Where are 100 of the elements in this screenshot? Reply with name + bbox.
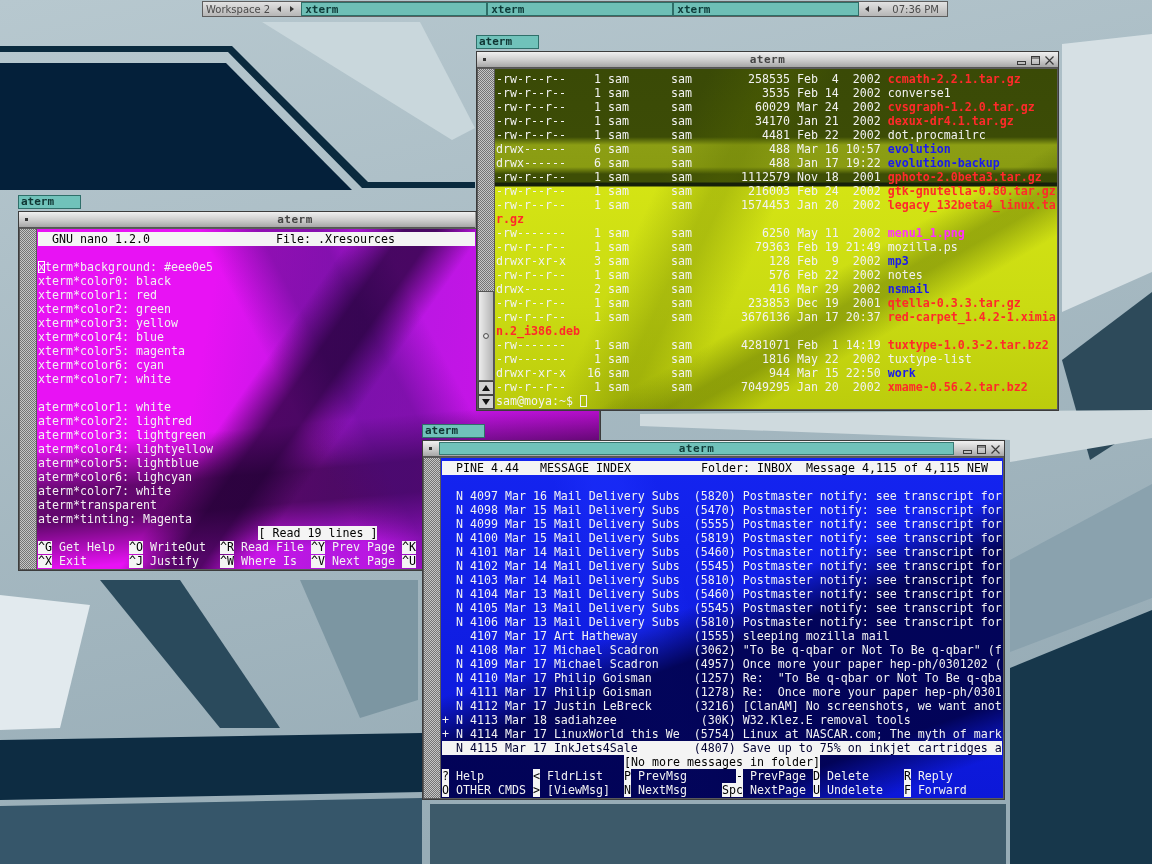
message-row[interactable]: + N 4114 Mar 17 LinuxWorld this We (5754) Linux at NASCAR.com; The myth of mark — [442, 727, 1002, 741]
shortcut-key: ? — [442, 769, 449, 783]
message-row[interactable]: 4107 Mar 17 Art Hatheway (1555) sleeping mozilla mail — [442, 629, 1002, 643]
file-name: xmame-0.56.2.tar.bz2 — [887, 380, 1028, 394]
message-date: Mar 13 — [504, 587, 547, 601]
shortcut-label: Undelete — [826, 783, 883, 797]
left-arrow-icon[interactable] — [277, 6, 282, 12]
right-arrow-icon[interactable] — [878, 6, 883, 12]
window-tab[interactable]: aterm — [422, 424, 485, 438]
message-row[interactable]: N 4101 Mar 14 Mail Delivery Subs (5460) Postmaster notify: see transcript for — [442, 545, 1002, 559]
modified-time: 2002 — [852, 86, 881, 100]
message-row[interactable]: N 4100 Mar 15 Mail Delivery Subs (5819) Postmaster notify: see transcript for — [442, 531, 1002, 545]
modified-day: 19 — [824, 240, 839, 254]
taskbar-button[interactable]: xterm — [301, 2, 488, 16]
message-sender: Mail Delivery Subs — [553, 489, 680, 503]
file-group: sam — [670, 184, 692, 198]
link-count: 1 — [593, 352, 601, 366]
status-message: [ Read 19 lines ] — [258, 526, 378, 540]
link-count: 2 — [593, 282, 601, 296]
message-date: Mar 17 — [504, 657, 547, 671]
shortcut-label: PrevMsg — [637, 769, 687, 783]
minimize-icon[interactable] — [1016, 60, 1026, 65]
scrollbar-track[interactable] — [20, 229, 36, 569]
workspace-label[interactable]: Workspace 2 — [206, 3, 271, 15]
link-count: 1 — [593, 72, 601, 86]
message-row[interactable]: N 4106 Mar 13 Mail Delivery Subs (5810) Postmaster notify: see transcript for — [442, 615, 1002, 629]
status-message: [No more messages in folder] — [623, 755, 820, 769]
message-status: N — [455, 727, 463, 741]
modified-time: 2001 — [852, 296, 881, 310]
modified-month: Feb — [796, 128, 818, 142]
message-row[interactable]: N 4099 Mar 15 Mail Delivery Subs (5555) Postmaster notify: see transcript for — [442, 517, 1002, 531]
modified-day: 22 — [824, 268, 839, 282]
scroll-up-button[interactable] — [478, 381, 494, 395]
maximize-icon[interactable] — [976, 444, 986, 454]
message-size: (5555) — [693, 517, 736, 531]
maximize-icon[interactable] — [1030, 55, 1040, 65]
minimize-icon[interactable] — [962, 449, 972, 454]
shortcut-label: Delete — [826, 769, 869, 783]
window-tab[interactable]: aterm — [18, 195, 81, 209]
title-bar[interactable]: aterm — [477, 52, 1058, 68]
file-owner: sam — [607, 100, 629, 114]
taskbar-button[interactable]: xterm — [673, 2, 860, 16]
message-row[interactable]: N 4112 Mar 17 Justin LeBreck (3216) [ClanAM] No screenshots, we want anot — [442, 699, 1002, 713]
modified-day: 22 — [824, 128, 839, 142]
circle-icon — [483, 333, 489, 339]
file-group: sam — [670, 114, 692, 128]
message-date: Mar 14 — [504, 573, 547, 587]
message-number: 4102 — [469, 559, 498, 573]
file-name: work — [887, 366, 916, 380]
modified-month: Dec — [796, 296, 818, 310]
message-row[interactable]: N 4108 Mar 17 Michael Scadron (3062) "To Be q-qbar or Not To Be q-qbar" (f — [442, 643, 1002, 657]
modified-day: 15 — [824, 366, 839, 380]
message-size: (5545) — [693, 601, 736, 615]
modified-time: 2002 — [852, 352, 881, 366]
message-size: (5810) — [693, 573, 736, 587]
message-date: Mar 13 — [504, 601, 547, 615]
message-row[interactable]: + N 4113 Mar 18 sadiahzee (30K) W32.Klez.E removal tools — [442, 713, 1002, 727]
shortcut-key: ^G — [38, 540, 52, 554]
title-bar[interactable]: aterm — [423, 441, 1004, 457]
file-size: 60029 — [754, 100, 790, 114]
message-row[interactable]: N 4115 Mar 17 InkJets4Sale (4807) Save up to 75% on inkjet cartridges a — [442, 741, 1002, 755]
file-size: 3535 — [761, 86, 790, 100]
taskbar-button[interactable]: xterm — [487, 2, 674, 16]
message-row[interactable]: N 4104 Mar 13 Mail Delivery Subs (5460) Postmaster notify: see transcript for — [442, 587, 1002, 601]
message-status: N — [455, 503, 463, 517]
shortcut-label: Where Is — [240, 554, 297, 568]
shortcut-key: ^J — [129, 554, 143, 568]
scrollbar-track[interactable] — [424, 458, 440, 798]
file-size: 416 — [768, 282, 790, 296]
file-name: cvsgraph-1.2.0.tar.gz — [887, 100, 1035, 114]
close-icon[interactable] — [1044, 55, 1054, 65]
file-permissions: drwx------ — [496, 156, 566, 170]
left-arrow-icon[interactable] — [865, 6, 870, 12]
message-row[interactable]: N 4103 Mar 14 Mail Delivery Subs (5810) Postmaster notify: see transcript for — [442, 573, 1002, 587]
scroll-down-button[interactable] — [478, 395, 494, 409]
message-row[interactable]: N 4109 Mar 17 Michael Scadron (4957) Once more your paper hep-ph/0301202 ( — [442, 657, 1002, 671]
file-size: 1112579 — [740, 170, 790, 184]
file-owner: sam — [607, 184, 629, 198]
close-icon[interactable] — [990, 444, 1000, 454]
message-row[interactable]: N 4111 Mar 17 Philip Goisman (1278) Re: Once more your paper hep-ph/0301 — [442, 685, 1002, 699]
file-size: 488 — [768, 156, 790, 170]
right-arrow-icon[interactable] — [290, 6, 295, 12]
modified-day: 9 — [831, 254, 839, 268]
config-line: xterm*color7: white — [38, 372, 171, 386]
config-line: aterm*color1: white — [38, 400, 171, 414]
file-owner: sam — [607, 128, 629, 142]
message-sender: Mail Delivery Subs — [553, 587, 680, 601]
message-row[interactable]: N 4102 Mar 14 Mail Delivery Subs (5545) Postmaster notify: see transcript for — [442, 559, 1002, 573]
message-row[interactable]: N 4098 Mar 15 Mail Delivery Subs (5470) Postmaster notify: see transcript for — [442, 503, 1002, 517]
message-sender: Mail Delivery Subs — [553, 545, 680, 559]
window-tab[interactable]: aterm — [476, 35, 539, 49]
file-size: 1816 — [761, 352, 790, 366]
shortcut-label: Next Page — [331, 554, 395, 568]
title-bar[interactable]: aterm — [19, 212, 475, 228]
message-sender: Mail Delivery Subs — [553, 601, 680, 615]
scrollbar-thumb[interactable] — [478, 291, 494, 381]
message-row[interactable]: N 4110 Mar 17 Philip Goisman (1257) Re: "To Be q-qbar or Not To Be q-qba — [442, 671, 1002, 685]
modified-day: 24 — [824, 100, 839, 114]
message-row[interactable]: N 4105 Mar 13 Mail Delivery Subs (5545) Postmaster notify: see transcript for — [442, 601, 1002, 615]
message-row[interactable]: N 4097 Mar 16 Mail Delivery Subs (5820) Postmaster notify: see transcript for — [442, 489, 1002, 503]
